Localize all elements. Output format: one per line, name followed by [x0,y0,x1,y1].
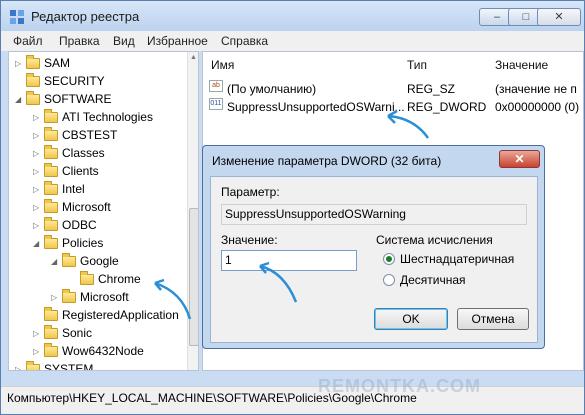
watermark: REMONTKA.COM [318,376,481,396]
annotation-arrows [154,109,430,320]
arrow-to-value-name [387,114,430,139]
